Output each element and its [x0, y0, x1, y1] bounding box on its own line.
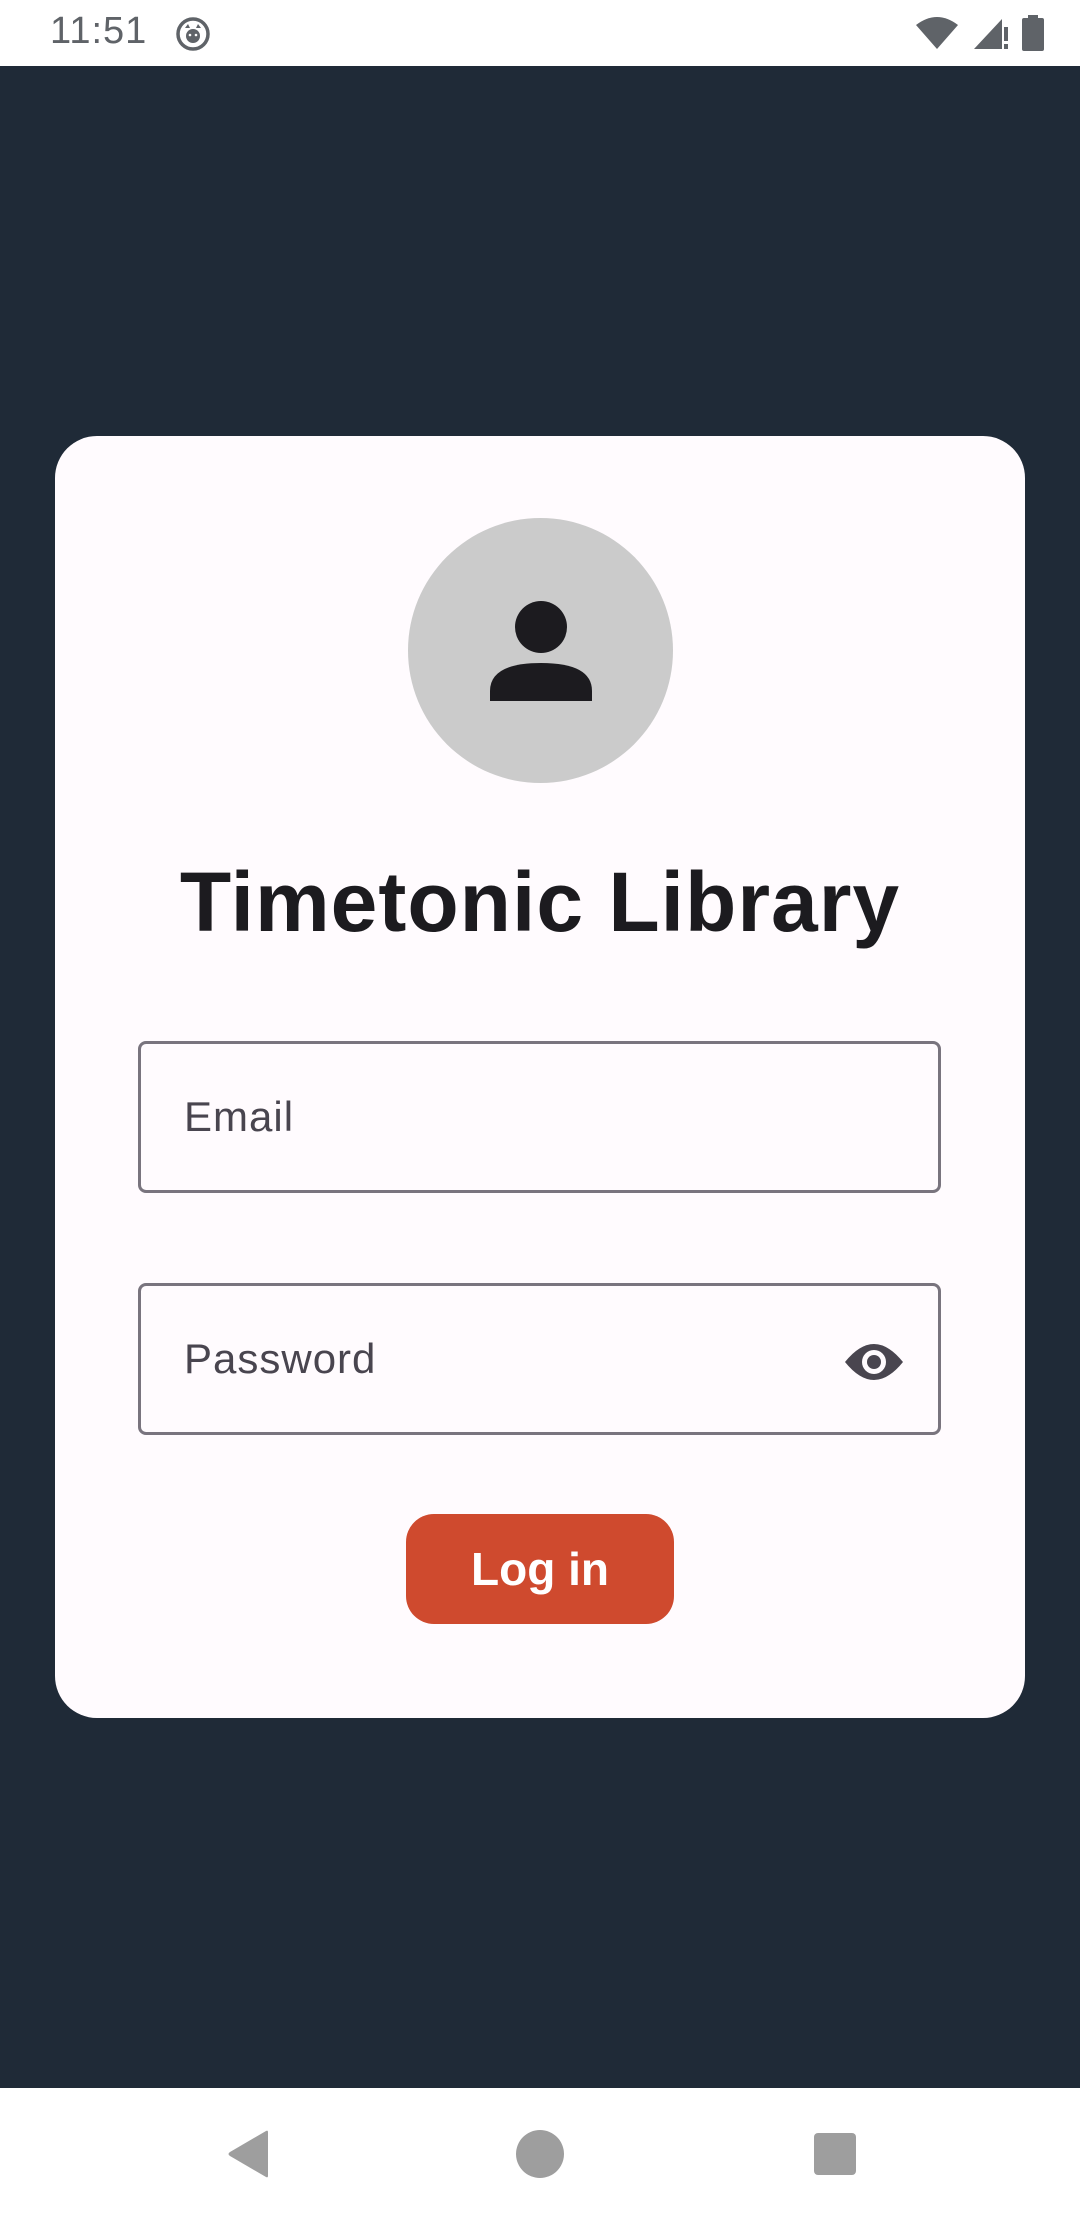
- login-button[interactable]: Log in: [406, 1514, 674, 1624]
- password-field[interactable]: [138, 1283, 941, 1435]
- avatar: [408, 518, 673, 783]
- email-input[interactable]: [141, 1044, 938, 1190]
- wifi-icon: [914, 15, 960, 56]
- login-card: Timetonic Library Log in: [55, 436, 1025, 1718]
- password-input[interactable]: [141, 1286, 938, 1432]
- app-title: Timetonic Library: [179, 855, 901, 949]
- eye-icon[interactable]: [842, 1332, 906, 1392]
- back-icon[interactable]: [218, 2124, 278, 2184]
- battery-icon: [1020, 14, 1046, 57]
- status-icons: [914, 14, 1046, 57]
- person-icon: [486, 593, 596, 708]
- recents-icon[interactable]: [805, 2124, 865, 2184]
- email-field[interactable]: [138, 1041, 941, 1193]
- status-bar: 11:51: [0, 0, 1080, 66]
- signal-icon: [970, 15, 1010, 56]
- cat-notification-icon: [175, 16, 211, 52]
- status-time: 11:51: [50, 10, 148, 52]
- navigation-bar: [0, 2088, 1080, 2220]
- home-icon[interactable]: [510, 2124, 570, 2184]
